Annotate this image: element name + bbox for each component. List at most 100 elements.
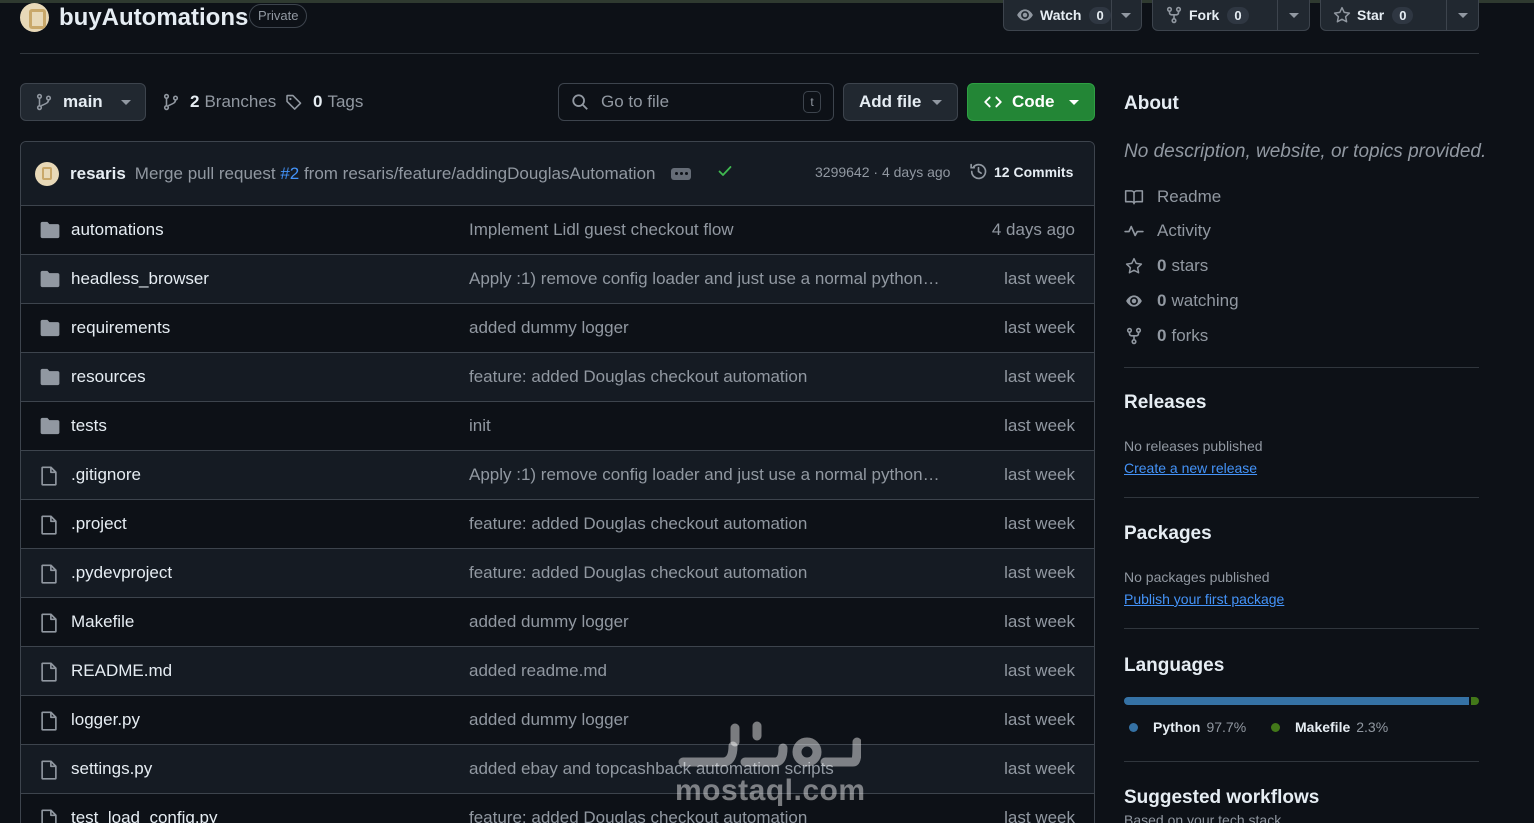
file-commit-message[interactable]: Implement Lidl guest checkout flow — [469, 220, 734, 240]
branches-link[interactable]: 2 Branches — [162, 92, 276, 112]
watching-link[interactable]: 0 watching — [1124, 291, 1479, 311]
file-name[interactable]: settings.py — [71, 759, 152, 779]
go-to-file-search[interactable]: Go to file t — [558, 83, 834, 121]
file-icon — [40, 711, 60, 731]
suggested-workflows-heading: Suggested workflows — [1124, 787, 1320, 808]
file-name[interactable]: test_load_config.py — [71, 808, 218, 823]
file-name[interactable]: requirements — [71, 318, 170, 338]
search-icon — [571, 93, 589, 111]
file-row[interactable]: test_load_config.py feature: added Dougla… — [21, 794, 1094, 823]
readme-link[interactable]: Readme — [1124, 187, 1479, 207]
file-commit-message[interactable]: init — [469, 416, 491, 436]
stars-link[interactable]: 0 stars — [1124, 256, 1479, 276]
file-commit-message[interactable]: feature: added Douglas checkout automati… — [469, 808, 807, 823]
check-icon[interactable] — [717, 163, 733, 184]
file-commit-message[interactable]: added dummy logger — [469, 318, 629, 338]
stars-count: 0 — [1157, 256, 1167, 275]
eye-icon — [1124, 291, 1144, 311]
latest-commit-bar: resaris Merge pull request #2 from resar… — [21, 142, 1094, 206]
commit-sha-time[interactable]: 3299642 · 4 days ago — [815, 164, 950, 180]
expand-commit-button[interactable] — [671, 167, 692, 180]
pr-link[interactable]: #2 — [280, 164, 299, 183]
commit-message[interactable]: Merge pull request #2 from resaris/featu… — [135, 164, 656, 184]
packages-heading[interactable]: Packages — [1124, 523, 1479, 545]
watching-label: watching — [1171, 291, 1239, 310]
file-name[interactable]: automations — [71, 220, 164, 240]
tag-icon — [285, 93, 303, 111]
watch-dropdown[interactable] — [1110, 0, 1141, 30]
star-icon — [1124, 256, 1144, 276]
file-name[interactable]: Makefile — [71, 612, 134, 632]
file-row[interactable]: Makefile added dummy logger last week — [21, 598, 1094, 647]
code-button[interactable]: Code — [967, 83, 1095, 121]
file-row[interactable]: .project feature: added Douglas checkout … — [21, 500, 1094, 549]
file-name[interactable]: .project — [71, 514, 127, 534]
language-name: Makefile — [1295, 719, 1351, 735]
file-name[interactable]: .gitignore — [71, 465, 141, 485]
about-heading: About — [1124, 93, 1179, 114]
file-commit-message[interactable]: Apply :1) remove config loader and just … — [469, 269, 940, 289]
file-commit-message[interactable]: added dummy logger — [469, 710, 629, 730]
sidebar-divider — [1124, 497, 1479, 498]
commits-link[interactable]: 12 Commits — [969, 162, 1073, 181]
file-row[interactable]: .pydevproject feature: added Douglas chec… — [21, 549, 1094, 598]
file-name[interactable]: logger.py — [71, 710, 140, 730]
history-icon — [969, 162, 988, 181]
add-file-button[interactable]: Add file — [843, 83, 958, 121]
file-commit-date: last week — [1004, 367, 1075, 386]
publish-package-link[interactable]: Publish your first package — [1124, 591, 1284, 607]
file-row[interactable]: logger.py added dummy logger last week — [21, 696, 1094, 745]
file-name[interactable]: tests — [71, 416, 107, 436]
language-bar — [1124, 697, 1479, 705]
file-row[interactable]: automations Implement Lidl guest checkout… — [21, 206, 1094, 255]
folder-icon — [40, 221, 60, 241]
file-commit-message[interactable]: Apply :1) remove config loader and just … — [469, 465, 940, 485]
folder-icon — [40, 368, 60, 388]
branch-selector[interactable]: main — [20, 83, 146, 121]
fork-dropdown[interactable] — [1277, 0, 1309, 30]
commit-author[interactable]: resaris — [70, 164, 126, 184]
file-row[interactable]: headless_browser Apply :1) remove config … — [21, 255, 1094, 304]
create-release-link[interactable]: Create a new release — [1124, 460, 1257, 476]
file-name[interactable]: .pydevproject — [71, 563, 172, 583]
folder-icon — [40, 319, 60, 339]
star-count: 0 — [1392, 6, 1414, 24]
file-row[interactable]: .gitignore Apply :1) remove config loader… — [21, 451, 1094, 500]
releases-heading[interactable]: Releases — [1124, 392, 1479, 414]
fork-count: 0 — [1227, 6, 1249, 24]
branch-icon — [35, 93, 53, 111]
language-bar-segment — [1124, 697, 1469, 705]
file-commit-message[interactable]: added readme.md — [469, 661, 607, 681]
file-name[interactable]: headless_browser — [71, 269, 209, 289]
repo-owner-avatar[interactable] — [20, 3, 49, 32]
forks-link[interactable]: 0 forks — [1124, 326, 1479, 346]
file-row[interactable]: requirements added dummy logger last week — [21, 304, 1094, 353]
star-dropdown[interactable] — [1446, 0, 1478, 30]
file-name[interactable]: resources — [71, 367, 146, 387]
fork-button[interactable]: Fork 0 — [1152, 0, 1310, 31]
fork-label: Fork — [1189, 7, 1220, 23]
file-commit-date: last week — [1004, 710, 1075, 729]
language-python[interactable]: Python 97.7% — [1129, 719, 1246, 735]
caret-down-icon — [1288, 12, 1299, 18]
eye-icon — [1016, 6, 1034, 24]
file-row[interactable]: tests init last week — [21, 402, 1094, 451]
file-commit-message[interactable]: feature: added Douglas checkout automati… — [469, 367, 807, 387]
language-makefile[interactable]: Makefile 2.3% — [1271, 719, 1388, 735]
file-commit-message[interactable]: feature: added Douglas checkout automati… — [469, 514, 807, 534]
star-button[interactable]: Star 0 — [1320, 0, 1479, 31]
file-commit-date: last week — [1004, 661, 1075, 680]
file-row[interactable]: resources feature: added Douglas checkout… — [21, 353, 1094, 402]
file-row[interactable]: README.md added readme.md last week — [21, 647, 1094, 696]
file-commit-message[interactable]: added ebay and topcashback automation sc… — [469, 759, 834, 779]
watch-button[interactable]: Watch 0 — [1003, 0, 1142, 31]
commits-count: 12 Commits — [994, 163, 1074, 180]
file-row[interactable]: settings.py added ebay and topcashback au… — [21, 745, 1094, 794]
repo-name[interactable]: buyAutomations — [59, 4, 248, 32]
tags-link[interactable]: 0 Tags — [285, 92, 363, 112]
file-commit-message[interactable]: feature: added Douglas checkout automati… — [469, 563, 807, 583]
activity-link[interactable]: Activity — [1124, 221, 1479, 241]
file-name[interactable]: README.md — [71, 661, 172, 681]
file-commit-message[interactable]: added dummy logger — [469, 612, 629, 632]
commit-author-avatar[interactable] — [35, 161, 59, 186]
